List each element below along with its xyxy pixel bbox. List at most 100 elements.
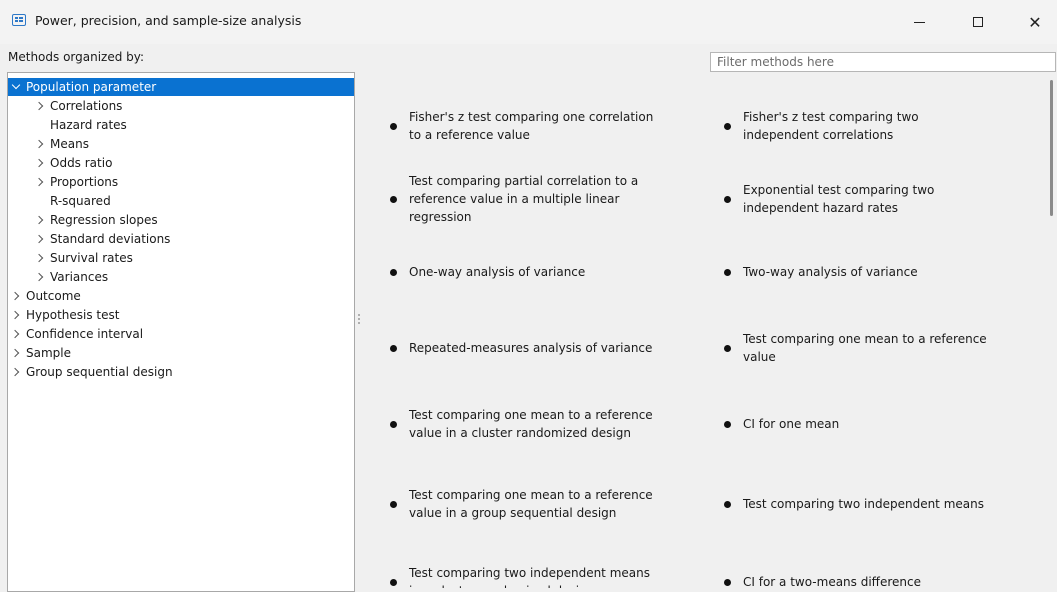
methods-list-panel: Fisher's z test comparing one correlatio…	[362, 72, 1057, 588]
tree-item[interactable]: Standard deviations	[8, 230, 354, 248]
tree-item[interactable]: Variances	[8, 268, 354, 286]
tree-item-label: Population parameter	[26, 80, 157, 94]
method-item[interactable]: Test comparing one mean to a reference va…	[390, 486, 670, 522]
method-label-line: Test comparing two independent means	[409, 566, 650, 580]
minimize-button[interactable]	[894, 0, 944, 44]
method-label: Test comparing one mean to a reference va…	[409, 486, 653, 522]
tree-item[interactable]: Regression slopes	[8, 211, 354, 229]
minimize-icon	[913, 21, 925, 23]
tree-item[interactable]: Proportions	[8, 173, 354, 191]
method-label-line: Two-way analysis of variance	[743, 265, 918, 279]
tree-item[interactable]: Means	[8, 135, 354, 153]
method-label-line: Test comparing one mean to a reference	[743, 332, 987, 346]
tree-item[interactable]: Hypothesis test	[8, 306, 354, 324]
tree-item-label: R-squared	[50, 194, 111, 208]
tree-item[interactable]: Group sequential design	[8, 363, 354, 381]
chevron-right-icon[interactable]	[10, 363, 21, 381]
method-item[interactable]: Fisher's z test comparing two independent…	[724, 108, 1004, 144]
chevron-right-icon[interactable]	[10, 325, 21, 343]
method-item[interactable]: CI for a two-means difference	[724, 573, 1004, 588]
method-label: Exponential test comparing two independen…	[743, 181, 934, 217]
filter-methods-input[interactable]	[710, 52, 1056, 72]
tree-item-label: Group sequential design	[26, 365, 173, 379]
maximize-button[interactable]	[953, 0, 1003, 44]
method-label-line: Fisher's z test comparing one correlatio…	[409, 110, 654, 124]
method-item[interactable]: Test comparing one mean to a reference va…	[724, 330, 1004, 366]
pane-splitter-handle[interactable]	[357, 312, 360, 328]
bullet-icon	[390, 195, 397, 203]
close-icon: ✕	[1028, 12, 1042, 32]
bullet-icon	[724, 500, 731, 508]
method-label: Fisher's z test comparing two independent…	[743, 108, 919, 144]
chevron-right-icon[interactable]	[34, 268, 45, 286]
method-category-tree[interactable]: Population parameter Correlations Hazard r…	[7, 72, 355, 592]
chevron-right-icon[interactable]	[34, 211, 45, 229]
method-item[interactable]: Two-way analysis of variance	[724, 263, 1004, 281]
methods-organized-label: Methods organized by:	[8, 50, 145, 64]
bullet-icon	[724, 344, 731, 352]
method-label-line: value in a cluster randomized design	[409, 426, 631, 440]
bullet-icon	[724, 268, 731, 276]
chevron-down-icon[interactable]	[11, 78, 21, 96]
tree-item[interactable]: Confidence interval	[8, 325, 354, 343]
chevron-right-icon[interactable]	[10, 306, 21, 324]
chevron-right-icon[interactable]	[34, 135, 45, 153]
method-item[interactable]: Test comparing two independent means	[724, 495, 1004, 513]
tree-item[interactable]: Odds ratio	[8, 154, 354, 172]
method-item[interactable]: CI for one mean	[724, 415, 1004, 433]
tree-item[interactable]: Correlations	[8, 97, 354, 115]
chevron-right-icon[interactable]	[34, 97, 45, 115]
tree-item[interactable]: Hazard rates	[8, 116, 354, 134]
method-item[interactable]: One-way analysis of variance	[390, 263, 670, 281]
tree-item[interactable]: Population parameter	[8, 78, 354, 96]
bullet-icon	[390, 122, 397, 130]
tree-item[interactable]: R-squared	[8, 192, 354, 210]
method-label-line: value	[743, 350, 776, 364]
method-label: Test comparing one mean to a reference va…	[743, 330, 987, 366]
method-label-line: independent hazard rates	[743, 201, 899, 215]
method-label: One-way analysis of variance	[409, 263, 585, 281]
bullet-icon	[390, 268, 397, 276]
tree-item-label: Outcome	[26, 289, 81, 303]
methods-scrollbar[interactable]	[1050, 80, 1053, 216]
chevron-right-icon[interactable]	[34, 173, 45, 191]
bullet-icon	[724, 122, 731, 130]
method-label: CI for one mean	[743, 415, 839, 433]
method-label: Test comparing two independent means	[743, 495, 984, 513]
method-label: Fisher's z test comparing one correlatio…	[409, 108, 653, 144]
tree-item[interactable]: Sample	[8, 344, 354, 362]
method-label-line: in a cluster randomized design	[409, 582, 650, 588]
close-button[interactable]: ✕	[1010, 0, 1057, 44]
method-label: Test comparing two independent means in a…	[409, 564, 650, 588]
method-item[interactable]: Fisher's z test comparing one correlatio…	[390, 108, 670, 144]
tree-item-label: Confidence interval	[26, 327, 144, 341]
chevron-right-icon[interactable]	[34, 230, 45, 248]
tree-item[interactable]: Outcome	[8, 287, 354, 305]
method-item[interactable]: Test comparing one mean to a reference va…	[390, 406, 670, 442]
title-bar: Power, precision, and sample-size analys…	[0, 0, 1057, 44]
chevron-right-icon[interactable]	[34, 154, 45, 172]
chevron-right-icon[interactable]	[34, 249, 45, 267]
method-item[interactable]: Repeated-measures analysis of variance	[390, 339, 670, 357]
tree-item[interactable]: Survival rates	[8, 249, 354, 267]
method-label-line: One-way analysis of variance	[409, 265, 586, 279]
method-label-line: CI for a two-means difference	[743, 575, 921, 588]
method-label: CI for a two-means difference	[743, 573, 921, 588]
tree-item-label: Regression slopes	[50, 213, 158, 227]
method-label-line: Exponential test comparing two	[743, 183, 935, 197]
method-item[interactable]: Exponential test comparing two independen…	[724, 181, 1004, 217]
tree-item-label: Means	[50, 137, 89, 151]
method-item[interactable]: Test comparing two independent means in a…	[390, 564, 670, 588]
method-label: Test comparing one mean to a reference va…	[409, 406, 653, 442]
tree-item-label: Survival rates	[50, 251, 133, 265]
method-label-line: independent correlations	[743, 128, 894, 142]
chevron-right-icon[interactable]	[10, 287, 21, 305]
chevron-right-icon[interactable]	[10, 344, 21, 362]
method-item[interactable]: Test comparing partial correlation to a r…	[390, 172, 670, 226]
method-label-line: Test comparing one mean to a reference	[409, 488, 653, 502]
tree-item-label: Correlations	[50, 99, 123, 113]
method-label: Test comparing partial correlation to a r…	[409, 172, 638, 226]
method-label-line: Test comparing partial correlation to a	[409, 174, 639, 188]
method-label: Two-way analysis of variance	[743, 263, 918, 281]
tree-item-label: Sample	[26, 346, 71, 360]
